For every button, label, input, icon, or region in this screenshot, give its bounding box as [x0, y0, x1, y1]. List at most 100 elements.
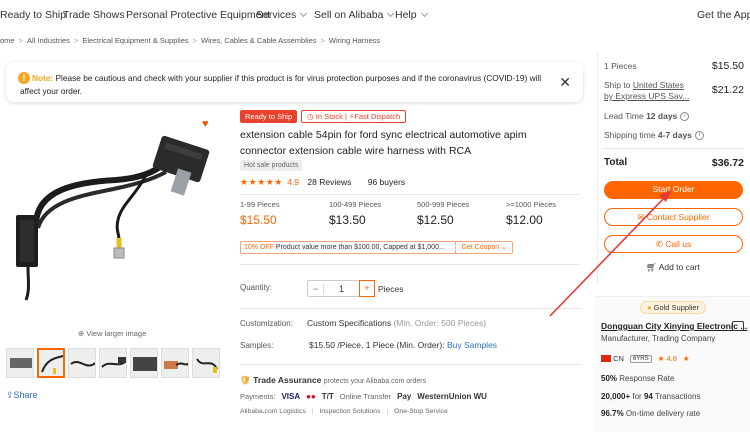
- tier-price: $15.50: [240, 213, 277, 227]
- samples-value: $15.50 /Piece, 1 Piece (Min. Order): Buy…: [309, 340, 497, 350]
- panel-divider: [597, 52, 598, 284]
- thumbnail[interactable]: [161, 348, 189, 378]
- thumbnail-image: [101, 357, 126, 368]
- supplier-country-label: CN: [613, 354, 624, 363]
- view-larger-image[interactable]: ⊕ View larger image: [78, 329, 146, 338]
- breadcrumb-wires[interactable]: Wires, Cables & Cable Assemblies: [201, 36, 316, 45]
- thumbnail[interactable]: [68, 348, 96, 378]
- supplier-country: CN: [601, 354, 624, 363]
- online-transfer-icon: Online Transfer: [339, 392, 392, 401]
- ship-method: by Express UPS Sav...: [604, 91, 690, 101]
- divider: [240, 308, 580, 309]
- call-us-button[interactable]: ✆ Call us: [604, 235, 743, 253]
- mail-icon: ✉: [637, 212, 647, 222]
- notice-body: Please be cautious and check with your s…: [20, 73, 542, 96]
- get-coupon-button[interactable]: Get Coupon ⌄: [455, 242, 512, 253]
- samples-text: $15.50 /Piece, 1 Piece (Min. Order):: [309, 340, 445, 350]
- product-badges: Ready to Ship ◷ In Stock | ⚡Fast Dispatc…: [240, 110, 407, 123]
- gold-supplier-label: Gold Supplier: [653, 303, 700, 312]
- response-rate-value: 50%: [601, 374, 618, 383]
- thumbnail-image: [164, 361, 188, 369]
- quantity-increment-button[interactable]: +: [359, 280, 375, 297]
- in-stock-label: In Stock: [315, 112, 343, 121]
- supplier-name-link[interactable]: Dongguan City Xinying Electronic ...: [601, 321, 747, 331]
- covid-notice: ! Note: Please be cautious and check wit…: [6, 62, 583, 102]
- chevron-down-icon: [387, 9, 395, 18]
- customization-label: Customization:: [240, 319, 293, 328]
- thumbnail[interactable]: [99, 348, 127, 378]
- supplier-score-value: 4.8: [666, 354, 677, 363]
- nav-ppe[interactable]: Personal Protective Equipment: [126, 9, 270, 21]
- nav-sell[interactable]: Sell on Alibaba: [314, 9, 395, 21]
- buy-samples-link[interactable]: Buy Samples: [447, 340, 497, 350]
- trade-assurance-title[interactable]: Trade Assurance: [253, 375, 321, 385]
- fast-dispatch-label: Fast Dispatch: [354, 112, 401, 121]
- separator: |: [311, 408, 314, 415]
- thumbnail-image: [41, 355, 63, 374]
- tt-icon: T/T: [321, 392, 334, 401]
- medal-icon: ●: [647, 303, 652, 312]
- nav-trade-shows[interactable]: Trade Shows: [63, 9, 124, 21]
- service-logistics[interactable]: Alibaba.com Logistics: [240, 408, 306, 415]
- view-larger-label: View larger image: [86, 329, 147, 338]
- coupon-text: Product value more than $100.00, Capped …: [275, 244, 445, 251]
- nav-help-label: Help: [395, 9, 417, 21]
- supplier-score: ★ 4.8: [658, 354, 677, 363]
- thumbnail-image: [133, 357, 157, 371]
- thumbnail[interactable]: [130, 348, 158, 378]
- apple-pay-icon: Pay: [397, 392, 412, 401]
- info-icon[interactable]: i: [694, 131, 704, 141]
- close-icon[interactable]: ✕: [559, 75, 571, 89]
- breadcrumb-separator: >: [18, 36, 23, 45]
- start-order-button[interactable]: Start Order: [604, 181, 743, 199]
- thumbnail[interactable]: [192, 348, 220, 378]
- nav-ready-to-ship[interactable]: Ready to Ship: [0, 9, 66, 21]
- service-one-stop[interactable]: One-Stop Service: [394, 408, 448, 415]
- chat-icon[interactable]: [732, 321, 744, 331]
- price-tier: 100-499 Pieces $13.50: [329, 200, 381, 227]
- star-icon: ★: [682, 354, 690, 363]
- thumbnail[interactable]: [6, 348, 34, 378]
- lead-time-value: 12 days: [646, 111, 678, 121]
- customization-text: Custom Specifications: [307, 318, 392, 328]
- pieces-price: $15.50: [711, 60, 744, 72]
- divider: [240, 194, 580, 195]
- add-to-cart-label: Add to cart: [658, 262, 700, 272]
- quantity-decrement-button[interactable]: −: [308, 283, 324, 294]
- product-image[interactable]: [6, 120, 231, 320]
- add-to-cart-button[interactable]: 🛒︎ Add to cart: [646, 262, 700, 273]
- phone-icon: ✆: [655, 239, 666, 249]
- shipping-time-value: 4-7 days: [657, 130, 692, 140]
- quantity-input[interactable]: 1: [324, 284, 359, 294]
- breadcrumb-wiring-harness[interactable]: Wiring Harness: [329, 36, 380, 45]
- lead-time-label: Lead Time: [604, 111, 644, 121]
- ship-to[interactable]: Ship to United States by Express UPS Sav.…: [604, 80, 689, 102]
- top-nav: Ready to Ship Trade Shows Personal Prote…: [0, 0, 750, 30]
- reviews-link[interactable]: 28 Reviews: [307, 177, 351, 187]
- nav-services[interactable]: Services: [256, 9, 308, 21]
- get-app-link[interactable]: Get the App: [697, 9, 750, 21]
- shipping-time: Shipping time 4-7 days i: [604, 130, 704, 141]
- stock-badge: ◷ In Stock | ⚡Fast Dispatch: [301, 110, 407, 123]
- nav-help[interactable]: Help: [395, 9, 428, 21]
- shipping-time-label: Shipping time: [604, 130, 656, 140]
- share-icon: ⇪: [6, 390, 14, 400]
- share-link[interactable]: ⇪Share: [6, 390, 38, 401]
- contact-supplier-button[interactable]: ✉ Contact Supplier: [604, 208, 743, 226]
- supplier-years: 6YRS: [629, 354, 652, 363]
- service-inspection[interactable]: Inspection Solutions: [320, 408, 381, 415]
- services-row: Alibaba.com Logistics | Inspection Solutio…: [240, 408, 448, 415]
- divider: [604, 148, 744, 149]
- nav-sell-label: Sell on Alibaba: [314, 9, 384, 21]
- supplier-type: Manufacturer, Trading Company: [601, 334, 716, 343]
- breadcrumb-electrical[interactable]: Electrical Equipment & Supplies: [82, 36, 188, 45]
- cart-icon: 🛒︎: [646, 262, 659, 272]
- thumbnail-image: [70, 361, 95, 367]
- breadcrumb-home[interactable]: ome: [0, 36, 15, 45]
- thumbnail-selected[interactable]: [37, 348, 65, 378]
- info-icon[interactable]: i: [680, 112, 690, 122]
- supplier-meta: CN 6YRS ★ 4.8 ★: [601, 354, 690, 363]
- product-title: extension cable 54pin for ford sync elec…: [240, 129, 527, 157]
- customization-value: Custom Specifications (Min. Order: 500 P…: [307, 318, 486, 328]
- breadcrumb-all-industries[interactable]: All Industries: [27, 36, 70, 45]
